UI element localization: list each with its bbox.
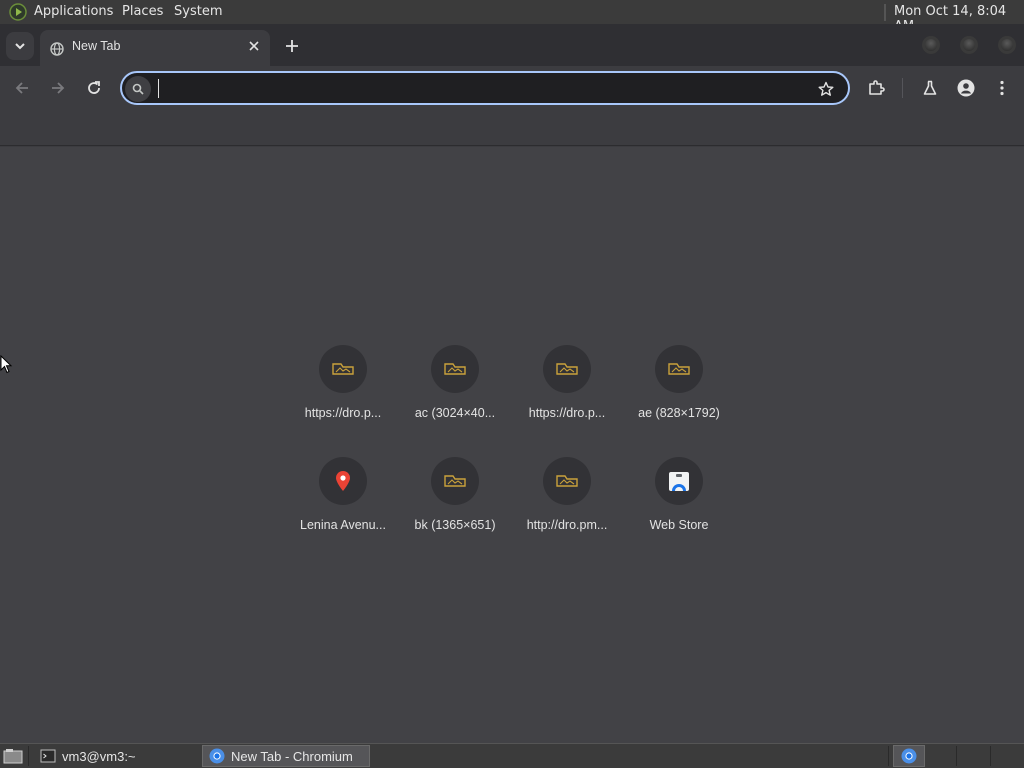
back-icon (15, 82, 28, 94)
tab-close-button[interactable] (246, 38, 262, 54)
reload-button[interactable] (82, 76, 106, 100)
tab-search-button[interactable] (6, 32, 34, 60)
bookmark-star-icon (818, 81, 834, 96)
chromium-icon (209, 748, 225, 764)
panel-separator (888, 746, 889, 766)
bookmark-star-button[interactable] (816, 79, 836, 99)
shortcut-label: ae (828×1792) (638, 406, 720, 420)
folder-photo-icon (431, 345, 479, 393)
omnibox[interactable] (120, 71, 850, 105)
gnome-foot-icon[interactable] (8, 3, 28, 21)
shortcut-label: https://dro.p... (528, 406, 606, 420)
plus-icon (286, 40, 298, 52)
shortcut-tile[interactable]: Lenina Avenu... (287, 457, 399, 565)
shortcut-tile[interactable]: https://dro.p... (511, 345, 623, 453)
menu-applications[interactable]: Applications (34, 4, 113, 19)
globe-icon (50, 42, 64, 56)
panel-separator (28, 746, 29, 766)
extensions-icon (869, 80, 885, 95)
bottom-panel: vm3@vm3:~ New Tab - Chromium (0, 743, 1024, 768)
tab-title: New Tab (72, 39, 121, 53)
tab-strip: New Tab (0, 24, 1024, 66)
shortcut-tile[interactable]: https://dro.p... (287, 345, 399, 453)
shortcut-tile[interactable]: ae (828×1792) (623, 345, 735, 453)
new-tab-page: https://dro.p... ac (3024×40... https://… (0, 147, 1024, 743)
tab-new-tab[interactable]: New Tab (40, 30, 270, 66)
shortcut-tile[interactable]: Web Store (623, 457, 735, 565)
panel-separator (990, 746, 991, 766)
top-panel: Applications Places System Mon Oct 14, 8… (0, 0, 1024, 34)
extensions-button[interactable] (864, 76, 888, 100)
shortcut-label: Web Store (649, 518, 709, 532)
text-caret (158, 79, 159, 98)
menu-system[interactable]: System (174, 4, 222, 19)
shortcut-tile[interactable]: ac (3024×40... (399, 345, 511, 453)
shortcut-tile[interactable]: bk (1365×651) (399, 457, 511, 565)
folder-photo-icon (543, 457, 591, 505)
chromium-icon (901, 748, 917, 764)
minimize-button[interactable] (922, 36, 940, 54)
search-icon (125, 76, 151, 102)
chevron-down-icon (15, 43, 25, 50)
shortcut-tile[interactable]: http://dro.pm... (511, 457, 623, 565)
forward-button[interactable] (46, 76, 70, 100)
menu-button[interactable] (990, 76, 1014, 100)
maximize-button[interactable] (960, 36, 978, 54)
panel-separator (884, 4, 886, 21)
map-pin-icon (319, 457, 367, 505)
toolbar-separator (902, 78, 903, 98)
labs-flask-icon (923, 80, 937, 95)
bookmark-bar (0, 110, 1024, 146)
shortcut-label: http://dro.pm... (526, 518, 608, 532)
folder-photo-icon (543, 345, 591, 393)
labs-button[interactable] (918, 76, 942, 100)
profile-icon (957, 79, 975, 97)
taskbar-chromium[interactable]: New Tab - Chromium (202, 745, 370, 767)
show-desktop-icon[interactable] (3, 748, 23, 764)
shortcut-label: bk (1365×651) (414, 518, 496, 532)
address-input[interactable] (156, 78, 806, 98)
terminal-icon (40, 749, 56, 763)
workspace-switcher[interactable] (893, 745, 925, 767)
shortcut-label: ac (3024×40... (414, 406, 496, 420)
profile-button[interactable] (954, 76, 978, 100)
mouse-pointer-icon (0, 355, 13, 374)
shortcut-label: https://dro.p... (304, 406, 382, 420)
close-window-button[interactable] (998, 36, 1016, 54)
folder-photo-icon (655, 345, 703, 393)
folder-photo-icon (319, 345, 367, 393)
panel-separator (956, 746, 957, 766)
folder-photo-icon (431, 457, 479, 505)
taskbar-label: New Tab - Chromium (231, 748, 353, 764)
forward-icon (52, 82, 65, 94)
shortcut-label: Lenina Avenu... (300, 518, 386, 532)
browser-toolbar (0, 66, 1024, 110)
reload-icon (88, 81, 100, 94)
menu-dots-icon (1000, 80, 1004, 96)
taskbar-label: vm3@vm3:~ (62, 748, 136, 764)
new-tab-button[interactable] (280, 34, 304, 58)
taskbar-terminal[interactable]: vm3@vm3:~ (34, 745, 196, 767)
menu-places[interactable]: Places (122, 4, 163, 19)
close-icon (249, 41, 259, 51)
web-store-icon (655, 457, 703, 505)
back-button[interactable] (10, 76, 34, 100)
